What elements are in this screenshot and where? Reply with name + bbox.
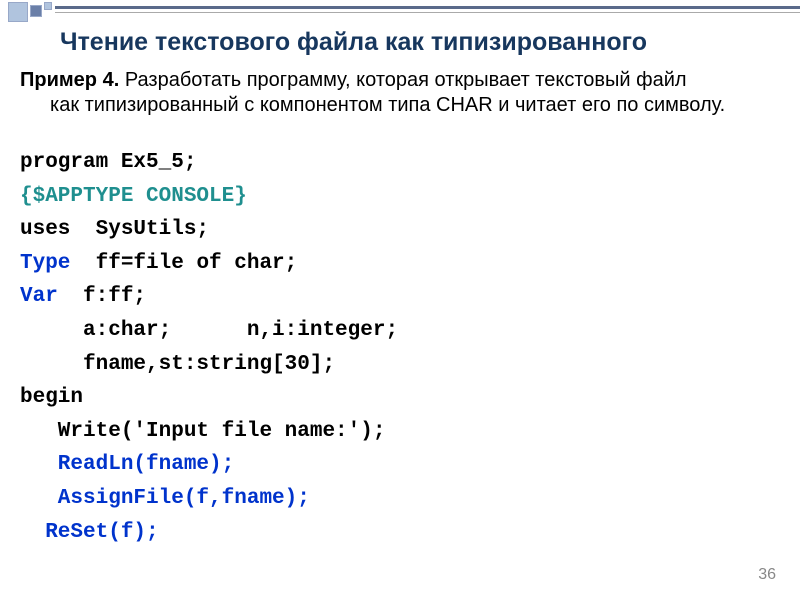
code-line-10: ReadLn(fname);	[20, 448, 780, 482]
code-line-6: a:char; n,i:integer;	[20, 314, 780, 348]
code-line-8: begin	[20, 381, 780, 415]
code-block: program Ex5_5; {$APPTYPE CONSOLE} uses S…	[20, 146, 780, 549]
example-label: Пример 4.	[20, 69, 119, 91]
code-line-2: {$APPTYPE CONSOLE}	[20, 180, 780, 214]
code-rest-4: ff=file of char;	[96, 252, 298, 275]
deco-line-thick	[55, 6, 800, 9]
code-keyword-type: Type	[20, 252, 96, 275]
code-rest-5: f:ff;	[83, 285, 146, 308]
example-text-line1: Разработать программу, которая открывает…	[119, 69, 686, 91]
example-text-line2: как типизированный с компонентом типа CH…	[20, 93, 780, 118]
deco-square-2	[30, 5, 42, 17]
code-line-9: Write('Input file name:');	[20, 415, 780, 449]
deco-square-1	[8, 2, 28, 22]
content-area: Пример 4. Разработать программу, которая…	[20, 68, 780, 549]
code-line-4: Type ff=file of char;	[20, 247, 780, 281]
code-keyword-var: Var	[20, 285, 83, 308]
code-line-7: fname,st:string[30];	[20, 348, 780, 382]
code-line-1: program Ex5_5;	[20, 146, 780, 180]
code-line-11: AssignFile(f,fname);	[20, 482, 780, 516]
page-number: 36	[758, 566, 776, 584]
code-line-12: ReSet(f);	[20, 516, 780, 550]
code-line-3: uses SysUtils;	[20, 213, 780, 247]
example-paragraph: Пример 4. Разработать программу, которая…	[20, 68, 780, 118]
code-line-5: Var f:ff;	[20, 280, 780, 314]
deco-line-thin	[55, 12, 800, 13]
deco-square-3	[44, 2, 52, 10]
slide-title: Чтение текстового файла как типизированн…	[60, 28, 790, 57]
